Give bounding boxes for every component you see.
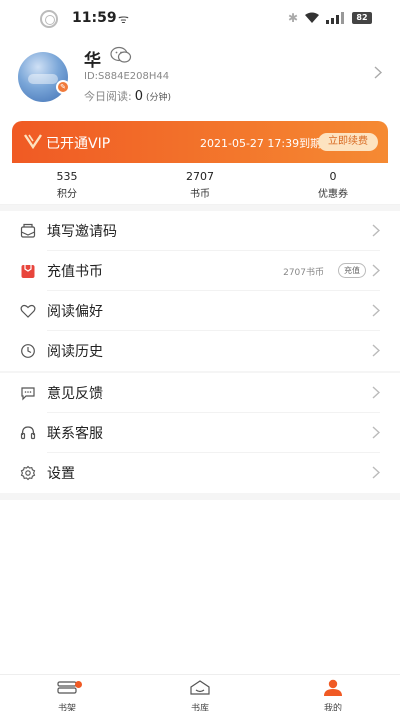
gear-icon <box>20 465 36 481</box>
points-value: 535 <box>56 170 78 183</box>
menu-customer-service-label: 联系客服 <box>47 426 103 442</box>
coins-label: 书币 <box>190 189 210 200</box>
wifi-icon <box>305 12 319 23</box>
nav-notification-dot <box>75 681 82 688</box>
battery-icon: 82 <box>352 12 372 24</box>
bluetooth-icon: ✱ <box>288 11 299 25</box>
heart-icon <box>20 304 36 318</box>
coin-balance: 2707书币 <box>283 268 324 278</box>
recharge-button[interactable]: 充值 <box>338 263 366 278</box>
chevron-right-icon <box>372 264 380 277</box>
chevron-right-icon <box>372 224 380 237</box>
vip-logo-icon <box>24 134 42 149</box>
coins-stat[interactable]: 2707 书币 <box>150 170 250 200</box>
cell-signal-icon <box>326 12 344 24</box>
status-bar: 11:59 ᯤ ✱ 82 <box>0 0 400 36</box>
today-reading-label: 今日阅读: <box>84 90 132 103</box>
today-reading-value: 0 <box>134 89 143 104</box>
chevron-right-icon <box>374 66 382 79</box>
menu-settings-label: 设置 <box>47 466 75 482</box>
today-reading-unit: (分钟) <box>146 93 172 103</box>
vip-banner[interactable]: 已开通VIP 2021-05-27 17:39到期 立即续费 <box>12 121 388 163</box>
menu-customer-service[interactable]: 联系客服 <box>0 413 400 453</box>
coupons-value: 0 <box>329 170 337 183</box>
nav-profile-label: 我的 <box>323 704 342 711</box>
menu-reading-preference[interactable]: 阅读偏好 <box>0 291 400 331</box>
menu-recharge[interactable]: 充值书币 2707书币 充值 <box>0 251 400 291</box>
chat-icon <box>21 387 35 401</box>
avatar[interactable] <box>18 52 68 102</box>
vip-expire-date: 2021-05-27 17:39到期 <box>200 137 322 150</box>
profile-header[interactable]: ✎ 华 ID:S884E208H44 今日阅读: 0 (分钟) <box>0 36 400 118</box>
section-divider <box>0 493 400 500</box>
points-label: 积分 <box>57 189 77 200</box>
envelope-icon <box>20 223 36 238</box>
coupons-stat[interactable]: 0 优惠券 <box>283 170 383 200</box>
today-reading: 今日阅读: 0 (分钟) <box>84 88 171 104</box>
chevron-right-icon <box>372 466 380 479</box>
status-time: 11:59 <box>72 10 117 26</box>
coupons-label: 优惠券 <box>318 189 348 200</box>
nav-library-label: 书库 <box>190 704 209 711</box>
points-stat[interactable]: 535 积分 <box>17 170 117 200</box>
headset-icon <box>20 426 36 440</box>
renew-vip-button[interactable]: 立即续费 <box>318 133 378 151</box>
bottom-navigation: 书架 书库 我的 <box>0 674 400 711</box>
person-icon <box>324 679 342 696</box>
menu-recharge-label: 充值书币 <box>47 264 103 280</box>
nav-library[interactable]: 书库 <box>170 679 230 711</box>
library-icon <box>190 680 210 695</box>
chevron-right-icon <box>372 426 380 439</box>
nickname: 华 <box>84 51 101 71</box>
notification-icon <box>40 10 58 28</box>
nav-bookshelf-label: 书架 <box>57 704 76 711</box>
wechat-icon <box>110 46 132 63</box>
menu-reading-history-label: 阅读历史 <box>47 344 103 360</box>
chevron-right-icon <box>372 344 380 357</box>
vip-status: 已开通VIP <box>46 136 111 152</box>
account-stats: 535 积分 2707 书币 0 优惠券 <box>0 163 400 205</box>
menu-feedback[interactable]: 意见反馈 <box>0 373 400 413</box>
clock-icon <box>21 344 35 358</box>
edit-avatar-icon[interactable]: ✎ <box>56 80 70 94</box>
menu-settings[interactable]: 设置 <box>0 453 400 493</box>
menu-feedback-label: 意见反馈 <box>47 386 103 402</box>
chevron-right-icon <box>372 304 380 317</box>
nav-profile[interactable]: 我的 <box>303 679 363 711</box>
coins-value: 2707 <box>186 170 214 183</box>
gift-icon <box>21 265 35 278</box>
nav-bookshelf[interactable]: 书架 <box>37 679 97 711</box>
menu-invite-code[interactable]: 填写邀请码 <box>0 211 400 251</box>
chevron-right-icon <box>372 386 380 399</box>
menu-invite-code-label: 填写邀请码 <box>47 224 117 240</box>
menu-reading-preference-label: 阅读偏好 <box>47 304 103 320</box>
menu-reading-history[interactable]: 阅读历史 <box>0 331 400 371</box>
user-id: ID:S884E208H44 <box>84 71 170 82</box>
signal-status-icon: ᯤ <box>118 12 129 26</box>
